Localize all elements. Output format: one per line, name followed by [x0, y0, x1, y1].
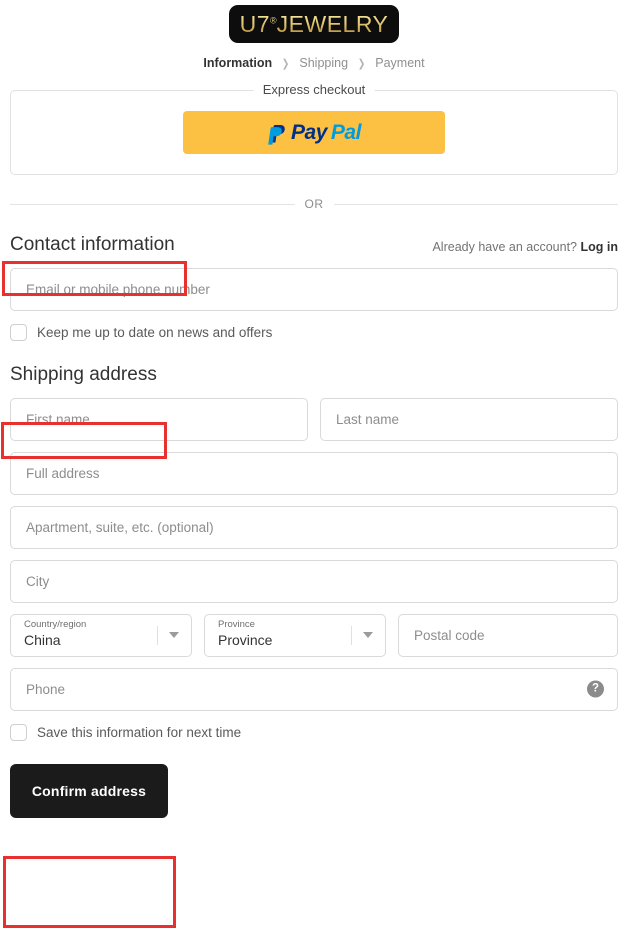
contact-information-header: Contact information Already have an acco…: [10, 233, 618, 257]
confirm-address-highlight: [3, 856, 176, 928]
newsletter-checkbox[interactable]: [10, 323, 27, 341]
postal-code-field[interactable]: [398, 613, 618, 657]
first-name-field[interactable]: [10, 397, 308, 441]
country-region-select[interactable]: Country/region China: [10, 613, 192, 657]
paypal-monogram-icon: [268, 124, 285, 145]
chevron-down-icon: [363, 632, 373, 638]
apartment-field-row: [10, 505, 618, 549]
shipping-address-header: Shipping address: [10, 363, 618, 387]
postal-code-input[interactable]: [412, 626, 604, 644]
phone-field[interactable]: ?: [10, 667, 618, 711]
city-field[interactable]: [10, 559, 618, 603]
city-field-row: [10, 559, 618, 603]
checkout-page: U7®JEWELRY Information ❯ Shipping ❯ Paym…: [0, 0, 628, 928]
chevron-right-icon: ❯: [357, 57, 366, 70]
brand-header: U7®JEWELRY: [0, 0, 628, 43]
save-info-row: Save this information for next time: [10, 723, 618, 741]
paypal-pal-text: Pal: [330, 121, 362, 144]
contact-information-title: Contact information: [10, 234, 175, 255]
last-name-input[interactable]: [334, 410, 604, 428]
registered-trademark-icon: ®: [270, 14, 277, 25]
divider-line-right: [333, 203, 618, 205]
save-info-checkbox[interactable]: [10, 723, 27, 741]
log-in-link[interactable]: Log in: [581, 240, 619, 254]
country-region-value: China: [24, 632, 61, 649]
region-field-row: Country/region China Province Province: [10, 613, 618, 657]
breadcrumb-step-information[interactable]: Information: [203, 56, 272, 70]
logo-text: U7®JEWELRY: [239, 10, 389, 37]
apartment-input[interactable]: [24, 518, 604, 536]
chevron-right-icon: ❯: [282, 57, 290, 70]
or-text: OR: [304, 197, 324, 211]
first-name-input[interactable]: [24, 410, 294, 428]
caret-divider: [351, 625, 352, 645]
newsletter-row: Keep me up to date on news and offers: [10, 323, 618, 341]
confirm-address-button[interactable]: Confirm address: [10, 763, 168, 818]
city-input[interactable]: [24, 572, 604, 590]
caret-divider: [157, 625, 158, 645]
help-circle-icon[interactable]: ?: [587, 680, 604, 698]
breadcrumb: Information ❯ Shipping ❯ Payment: [0, 56, 628, 70]
province-value: Province: [218, 632, 273, 649]
paypal-button[interactable]: Pay Pal: [183, 111, 445, 154]
breadcrumb-step-payment[interactable]: Payment: [375, 56, 424, 70]
province-caret-wrap[interactable]: [351, 615, 385, 656]
paypal-pay-text: Pay: [291, 121, 327, 144]
email-field[interactable]: [10, 267, 618, 311]
full-address-input[interactable]: [24, 464, 604, 482]
express-checkout-box: Pay Pal: [10, 90, 618, 175]
phone-field-row: ?: [10, 667, 618, 711]
divider-line-left: [10, 203, 295, 205]
email-input[interactable]: [24, 280, 604, 298]
newsletter-label: Keep me up to date on news and offers: [37, 324, 273, 340]
express-checkout-label: Express checkout: [253, 82, 375, 97]
account-prompt-text: Already have an account?: [432, 239, 578, 254]
chevron-down-icon: [169, 632, 179, 638]
country-region-label: Country/region: [24, 619, 87, 631]
apartment-field[interactable]: [10, 505, 618, 549]
address-field-row: [10, 451, 618, 495]
save-info-label: Save this information for next time: [37, 724, 242, 740]
u7jewelry-logo[interactable]: U7®JEWELRY: [229, 5, 399, 43]
email-field-row: [10, 267, 618, 311]
province-label: Province: [218, 619, 255, 631]
express-checkout-section: Express checkout Pay Pal: [10, 82, 618, 175]
or-divider: OR: [10, 197, 618, 211]
last-name-field[interactable]: [320, 397, 618, 441]
name-field-row: [10, 397, 618, 441]
full-address-field[interactable]: [10, 451, 618, 495]
shipping-address-title: Shipping address: [10, 363, 157, 385]
phone-input[interactable]: [24, 680, 604, 698]
account-prompt: Already have an account? Log in: [432, 240, 618, 257]
province-select[interactable]: Province Province: [204, 613, 386, 657]
country-caret-wrap[interactable]: [157, 615, 191, 656]
paypal-logo: Pay Pal: [267, 121, 361, 145]
breadcrumb-step-shipping[interactable]: Shipping: [299, 56, 348, 70]
confirm-section: Confirm address: [10, 763, 618, 818]
